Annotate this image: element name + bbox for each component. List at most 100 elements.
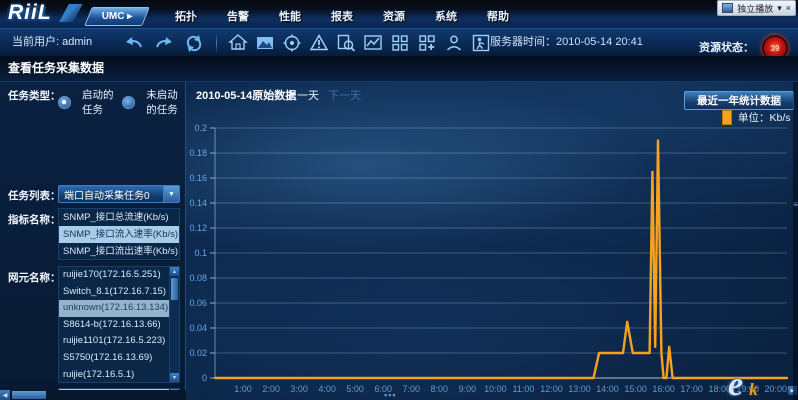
svg-text:0.02: 0.02 <box>189 348 207 358</box>
last-year-stats-label: 最近一年统计数据 <box>697 93 781 108</box>
scrollbar-thumb[interactable] <box>171 278 178 300</box>
list-item[interactable]: unknown(172.16.13.134) <box>59 300 169 317</box>
nav-item[interactable]: 帮助 <box>472 7 524 27</box>
current-user-label: 当前用户: admin <box>12 29 92 56</box>
overlay-minimize-icon[interactable]: ▾ <box>777 3 782 14</box>
section-header-bar: 查看任务采集数据 原始数据Excel导出 ↻ 刷新数据 ✎ 编辑指标 <box>0 56 798 82</box>
line-chart-icon[interactable] <box>361 31 385 55</box>
list-item[interactable]: ruijie1101(172.16.5.223) <box>59 333 169 350</box>
overlay-title: 独立播放 <box>737 2 773 15</box>
list-item[interactable]: SNMP_接口总流速(Kb/s) <box>59 209 179 226</box>
svg-text:15:00: 15:00 <box>624 384 647 394</box>
capture-app-icon <box>722 3 733 13</box>
forward-arrow-icon[interactable] <box>152 31 176 55</box>
target-icon[interactable] <box>280 31 304 55</box>
riil-application-window: RiiL UMC ▸ 拓扑告警性能报表资源系统帮助 独立播放 ▾ × 当前用户:… <box>0 0 798 400</box>
app-icons-group <box>226 31 493 55</box>
scroll-up-icon[interactable]: ▲ <box>170 267 179 276</box>
svg-text:17:00: 17:00 <box>680 384 703 394</box>
nav-item[interactable]: 资源 <box>368 7 420 27</box>
svg-text:16:00: 16:00 <box>652 384 675 394</box>
alert-icon[interactable] <box>307 31 331 55</box>
list-item[interactable]: S5750(172.16.13.69) <box>59 350 169 367</box>
svg-text:12:00: 12:00 <box>540 384 563 394</box>
next-day-link-disabled: 下一天 <box>328 87 361 103</box>
list-item[interactable]: SNMP_接口流出速率(Kb/s) <box>59 243 179 260</box>
list-item[interactable]: Switch_8.1(172.16.7.15) <box>59 284 169 301</box>
task-list-selected-value: 端口自动采集任务0 <box>59 187 163 202</box>
svg-text:8:00: 8:00 <box>431 384 449 394</box>
svg-text:4:00: 4:00 <box>318 384 336 394</box>
svg-text:0.18: 0.18 <box>189 148 207 158</box>
svg-text:5:00: 5:00 <box>346 384 364 394</box>
svg-text:14:00: 14:00 <box>596 384 619 394</box>
task-type-radio-label[interactable]: 启动的任务 <box>82 87 114 117</box>
previous-day-link[interactable]: 上一天 <box>286 87 319 103</box>
nav-item[interactable]: 拓扑 <box>160 7 212 27</box>
umc-tab-label: UMC ▸ <box>88 7 146 26</box>
svg-text:20:00: 20:00 <box>765 384 788 394</box>
svg-text:7:00: 7:00 <box>403 384 421 394</box>
svg-text:0.1: 0.1 <box>194 248 207 258</box>
overlay-close-icon[interactable]: × <box>786 3 791 13</box>
horizontal-scrollbar[interactable]: ◀ <box>0 390 186 400</box>
svg-text:9:00: 9:00 <box>459 384 477 394</box>
list-item[interactable]: SNMP_接口流入速率(Kb/s) <box>59 226 179 243</box>
nav-item[interactable]: 性能 <box>264 7 316 27</box>
collapsed-panel-splitter[interactable] <box>793 82 798 400</box>
task-type-radio[interactable] <box>58 96 71 109</box>
image-icon[interactable] <box>253 31 277 55</box>
top-header-bar: RiiL UMC ▸ 拓扑告警性能报表资源系统帮助 独立播放 ▾ × <box>0 0 798 28</box>
element-name-label: 网元名称： <box>8 270 61 285</box>
svg-text:0.04: 0.04 <box>189 323 207 333</box>
nav-item[interactable]: 告警 <box>212 7 264 27</box>
home-icon[interactable] <box>226 31 250 55</box>
svg-text:3:00: 3:00 <box>290 384 308 394</box>
task-list-label: 任务列表： <box>8 188 61 203</box>
svg-text:18:00: 18:00 <box>708 384 731 394</box>
page-title: 查看任务采集数据 <box>8 56 104 81</box>
task-list-dropdown[interactable]: 端口自动采集任务0 ▼ <box>58 185 180 203</box>
svg-text:0.2: 0.2 <box>194 123 207 133</box>
splitter-grip-icon[interactable]: ▪▪▪ <box>384 390 397 400</box>
nav-item[interactable]: 系统 <box>420 7 472 27</box>
task-type-radio-group: 启动的任务 未启动的任务 <box>58 87 185 117</box>
scroll-left-icon[interactable]: ◀ <box>0 390 10 400</box>
umc-menu-button[interactable]: UMC ▸ <box>88 7 146 26</box>
grid-icon[interactable] <box>388 31 412 55</box>
svg-text:0.14: 0.14 <box>189 198 207 208</box>
chart-svg: 00.020.040.060.080.10.120.140.160.180.21… <box>186 118 798 396</box>
svg-text:0.16: 0.16 <box>189 173 207 183</box>
chart-main-area: 2010-05-14原始数据 上一天 下一天 最近一年统计数据 ⇄ 单位：Kb/… <box>186 82 798 400</box>
last-year-stats-button[interactable]: 最近一年统计数据 <box>684 91 794 110</box>
server-time-label: 服务器时间：2010-05-14 20:41 <box>490 29 643 56</box>
chart-date-title: 2010-05-14原始数据 <box>196 87 296 103</box>
history-icons-group <box>122 31 206 55</box>
task-type-radio[interactable] <box>122 96 135 109</box>
svg-text:10:00: 10:00 <box>484 384 507 394</box>
toolbar-divider <box>216 33 217 53</box>
element-listbox: ruijie170(172.16.5.251)Switch_8.1(172.16… <box>58 266 180 383</box>
list-item[interactable]: ruijie(172.16.5.1) <box>59 367 169 383</box>
grid-add-icon[interactable] <box>415 31 439 55</box>
hscrollbar-thumb[interactable] <box>12 391 46 399</box>
dropdown-chevron-down-icon[interactable]: ▼ <box>163 186 179 202</box>
user-icon[interactable] <box>442 31 466 55</box>
refresh-icon[interactable] <box>182 31 206 55</box>
element-list-scrollbar[interactable]: ▲ ▼ <box>169 267 179 382</box>
svg-text:0: 0 <box>202 373 207 383</box>
svg-text:2:00: 2:00 <box>262 384 280 394</box>
scroll-down-icon[interactable]: ▼ <box>170 373 179 382</box>
list-item[interactable]: S8614-b(172.16.13.66) <box>59 317 169 334</box>
nav-item[interactable]: 报表 <box>316 7 368 27</box>
splitter-handle-icon[interactable]: ≡ <box>793 200 798 209</box>
toolbar: 当前用户: admin 服务器时间：2010-05-14 20:41 资源状态：… <box>0 28 798 56</box>
svg-text:13:00: 13:00 <box>568 384 591 394</box>
task-type-radio-label[interactable]: 未启动的任务 <box>146 87 185 117</box>
search-document-icon[interactable] <box>334 31 358 55</box>
list-item[interactable]: ruijie170(172.16.5.251) <box>59 267 169 284</box>
screen-capture-overlay[interactable]: 独立播放 ▾ × <box>717 0 796 16</box>
svg-text:11:00: 11:00 <box>513 384 535 394</box>
element-list-items: ruijie170(172.16.5.251)Switch_8.1(172.16… <box>59 267 169 383</box>
back-arrow-icon[interactable] <box>122 31 146 55</box>
